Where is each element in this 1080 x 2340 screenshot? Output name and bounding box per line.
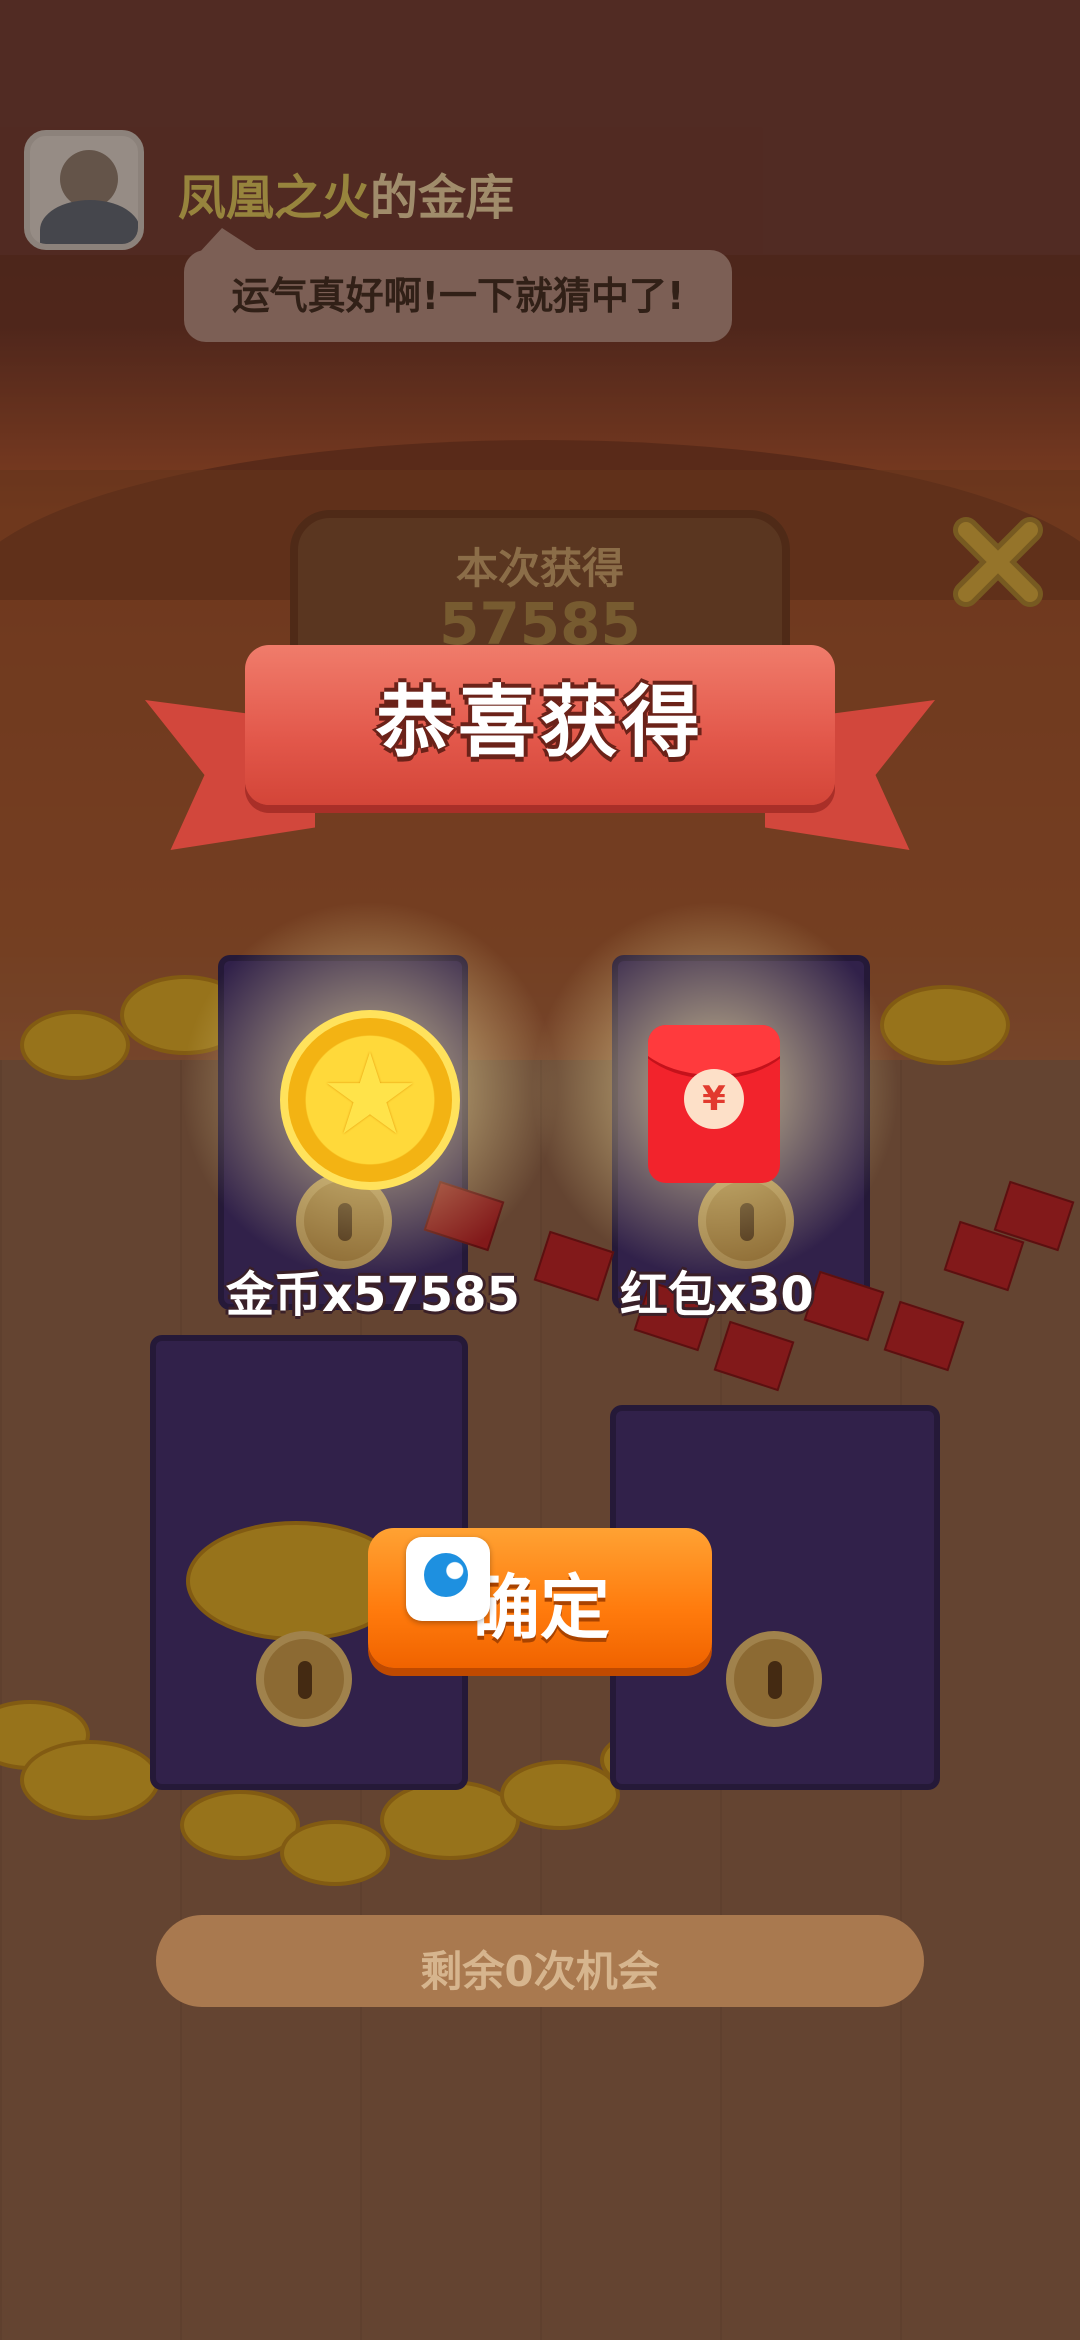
chest-lock: [726, 1631, 822, 1727]
close-x-icon[interactable]: [948, 512, 1048, 612]
coin-pile: [380, 1780, 520, 1860]
coin-pile: [280, 1820, 390, 1886]
coin-pile: [500, 1760, 620, 1830]
app-logo-icon[interactable]: [406, 1537, 490, 1621]
red-envelope-icon: ¥: [648, 1025, 780, 1183]
game-scene: 凤凰之火的金库 运气真好啊!一下就猜中了! 本次获得 57585 恭喜获得 ★ …: [0, 0, 1080, 2340]
yuan-symbol: ¥: [684, 1069, 744, 1129]
gold-star-coin-icon: ★: [280, 1010, 460, 1190]
chest-lock: [256, 1631, 352, 1727]
coin-pile: [20, 1010, 130, 1080]
avatar-body: [40, 200, 138, 244]
remaining-chances-text: 剩余0次机会: [420, 1947, 660, 1996]
avatar[interactable]: [24, 130, 144, 250]
owner-name: 凤凰之火: [178, 170, 371, 226]
earnings-label: 本次获得: [455, 544, 624, 593]
chat-bubble: 运气真好啊!一下就猜中了!: [184, 228, 732, 342]
vault-title: 凤凰之火的金库: [178, 158, 514, 228]
congrats-title: 恭喜获得: [375, 678, 704, 768]
reward-coin-label: 金币x57585: [226, 1267, 520, 1323]
coin-pile: [880, 985, 1010, 1065]
reward-redpack-label: 红包x30: [620, 1267, 814, 1323]
top-bar: [0, 0, 1080, 255]
title-suffix: 的金库: [370, 170, 515, 226]
coin-pile: [20, 1740, 160, 1820]
